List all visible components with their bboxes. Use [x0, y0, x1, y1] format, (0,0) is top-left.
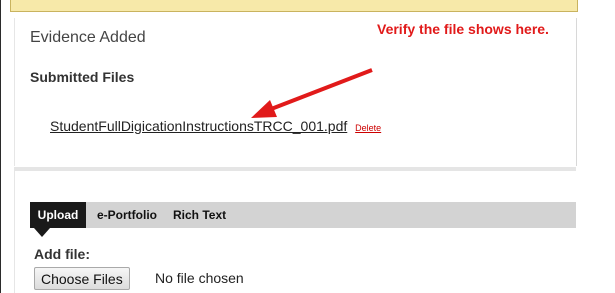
add-file-label: Add file: — [34, 246, 90, 262]
notice-bar — [10, 0, 578, 12]
annotation-arrow-shaft — [265, 68, 373, 113]
submitted-files-label: Submitted Files — [30, 69, 135, 85]
submitted-file-link[interactable]: StudentFullDigicationInstructionsTRCC_00… — [50, 118, 347, 134]
evidence-added-heading: Evidence Added — [30, 29, 146, 46]
evidence-panel-right-edge — [576, 18, 577, 166]
submitted-file-row: StudentFullDigicationInstructionsTRCC_00… — [50, 118, 381, 134]
upload-tab-bar: Upload e-Portfolio Rich Text — [30, 202, 576, 237]
annotation-arrow-head — [251, 100, 277, 118]
annotation-callout: Verify the file shows here. — [377, 21, 549, 37]
evidence-panel-left-edge — [14, 18, 15, 166]
active-tab-pointer — [34, 228, 50, 237]
choose-files-button[interactable]: Choose Files — [34, 267, 130, 290]
tab-upload[interactable]: Upload — [30, 202, 86, 228]
tab-e-portfolio[interactable]: e-Portfolio — [97, 202, 157, 228]
upload-panel-left-edge — [14, 171, 15, 293]
page-left-border — [0, 0, 1, 293]
delete-file-link[interactable]: Delete — [355, 123, 381, 133]
file-status-text: No file chosen — [155, 270, 244, 286]
section-divider — [14, 167, 576, 171]
tab-rich-text[interactable]: Rich Text — [173, 202, 226, 228]
